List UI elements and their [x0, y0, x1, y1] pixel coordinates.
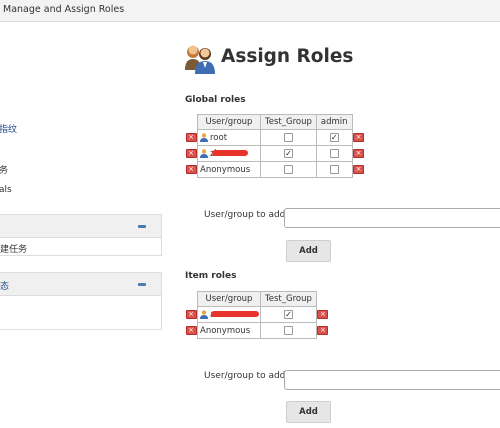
item-roles-title: Item roles	[185, 271, 237, 281]
delete-icon[interactable]: ×	[317, 325, 329, 335]
global-roles-table: User/group Test_Group admin × root ✓ × ×…	[185, 114, 365, 178]
panel-title[interactable]: 态	[0, 279, 9, 292]
item-user-group-input[interactable]	[284, 370, 500, 390]
item-add-button[interactable]: Add	[286, 401, 331, 423]
table-row: × Anonymous ×	[185, 322, 329, 339]
table-row: × a ✓ ×	[185, 306, 329, 323]
user-group-to-add-label: User/group to add	[204, 210, 286, 220]
user-group-to-add-label: User/group to add	[204, 371, 286, 381]
minus-icon[interactable]	[138, 225, 146, 228]
table-row: × root ✓ ×	[185, 129, 365, 146]
sidebar-item-fingerprint[interactable]: 指纹	[0, 122, 17, 135]
column-header: admin	[315, 114, 353, 130]
user-icon	[200, 148, 208, 158]
column-header: Test_Group	[260, 114, 317, 130]
role-checkbox[interactable]	[283, 164, 293, 174]
global-add-button[interactable]: Add	[286, 240, 331, 262]
table-header-row: User/group Test_Group admin	[185, 114, 365, 130]
delete-icon[interactable]: ×	[185, 164, 197, 174]
users-group-icon	[185, 45, 215, 74]
executor-status-panel: 态	[0, 272, 162, 330]
role-checkbox[interactable]: ✓	[283, 309, 293, 319]
global-roles-title: Global roles	[185, 95, 246, 105]
delete-icon[interactable]: ×	[185, 148, 197, 158]
build-queue-panel: 建任务	[0, 214, 162, 256]
global-user-group-input[interactable]	[284, 208, 500, 228]
delete-icon[interactable]: ×	[185, 325, 197, 335]
role-checkbox[interactable]	[329, 148, 339, 158]
table-row: × zhan ✓ ×	[185, 145, 365, 162]
column-header: Test_Group	[260, 291, 317, 307]
delete-icon[interactable]: ×	[185, 132, 197, 142]
role-checkbox[interactable]	[283, 325, 293, 335]
role-checkbox[interactable]: ✓	[329, 132, 339, 142]
row-name: Anonymous	[200, 164, 251, 175]
breadcrumb-bar: Manage and Assign Roles	[0, 0, 500, 22]
role-checkbox[interactable]	[283, 132, 293, 142]
minus-icon[interactable]	[138, 283, 146, 286]
delete-icon[interactable]: ×	[353, 164, 365, 174]
page-title: Assign Roles	[221, 46, 354, 67]
table-row: × Anonymous ×	[185, 161, 365, 178]
delete-icon[interactable]: ×	[185, 309, 197, 319]
redaction-mark	[211, 311, 260, 317]
delete-icon[interactable]: ×	[353, 148, 365, 158]
sidebar-item-tasks[interactable]: 务	[0, 163, 8, 176]
row-name: Anonymous	[200, 325, 251, 336]
column-header: User/group	[197, 114, 261, 130]
delete-icon[interactable]: ×	[317, 309, 329, 319]
item-roles-table: User/group Test_Group × a ✓ × × Anonymou…	[185, 291, 329, 339]
column-header: User/group	[197, 291, 261, 307]
sidebar-item-credentials[interactable]: als	[0, 185, 12, 195]
role-checkbox[interactable]: ✓	[283, 148, 293, 158]
user-icon	[200, 132, 208, 142]
redaction-mark	[212, 150, 249, 156]
user-icon	[200, 309, 208, 319]
panel-body-text: 建任务	[0, 245, 28, 255]
row-name: root	[210, 132, 228, 143]
role-checkbox[interactable]	[329, 164, 339, 174]
breadcrumb[interactable]: Manage and Assign Roles	[3, 4, 124, 15]
delete-icon[interactable]: ×	[353, 132, 365, 142]
table-header-row: User/group Test_Group	[185, 291, 329, 307]
